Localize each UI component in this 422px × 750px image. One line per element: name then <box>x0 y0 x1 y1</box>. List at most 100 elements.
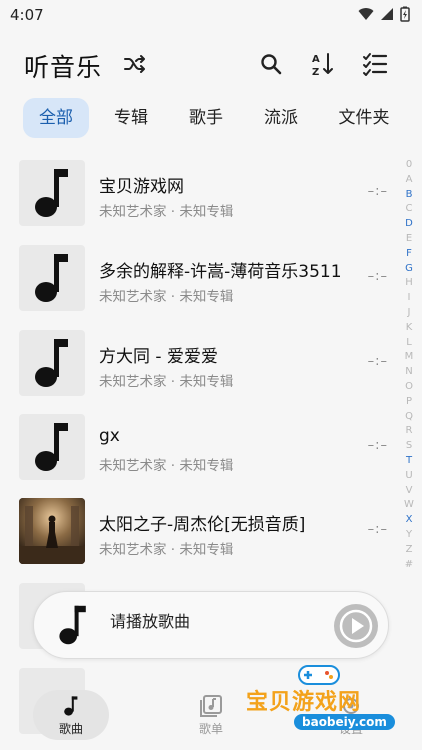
index-letter[interactable]: P <box>400 395 418 410</box>
index-letter[interactable]: J <box>400 306 418 321</box>
music-note-icon <box>59 605 86 645</box>
index-letter[interactable]: L <box>400 336 418 351</box>
player-status-text: 请播放歌曲 <box>110 612 191 631</box>
song-title: gx <box>99 426 120 446</box>
song-title: 方大同 - 爱爱爱 <box>99 347 218 367</box>
wifi-icon <box>358 8 374 20</box>
index-letter[interactable]: C <box>400 202 418 217</box>
svg-text:A: A <box>312 54 320 65</box>
nav-label: 歌曲 <box>58 722 83 736</box>
nav-label: 歌单 <box>198 722 223 736</box>
alphabet-index[interactable]: 0 A B C D E F G H I J K L M N O P Q R S T U V W X Y Z # <box>400 158 418 572</box>
index-letter[interactable]: Q <box>400 410 418 425</box>
nav-songs[interactable]: 歌曲 <box>33 690 109 740</box>
index-letter[interactable]: E <box>400 232 418 247</box>
index-letter[interactable]: H <box>400 276 418 291</box>
song-duration: –:– <box>367 184 388 199</box>
album-art-placeholder <box>19 414 85 480</box>
index-letter[interactable]: O <box>400 380 418 395</box>
album-cover-image <box>19 498 85 564</box>
song-artist: 未知艺术家 <box>99 204 167 220</box>
status-icons <box>358 6 410 22</box>
svg-text:Z: Z <box>312 67 319 77</box>
index-letter[interactable]: I <box>400 291 418 306</box>
index-letter[interactable]: D <box>400 217 418 232</box>
status-time: 4:07 <box>10 6 44 24</box>
list-item[interactable]: gx 未知艺术家 · 未知专辑 –:– <box>0 414 400 480</box>
song-artist: 未知艺术家 <box>99 542 167 558</box>
index-letter[interactable]: T <box>400 454 418 469</box>
index-letter[interactable]: S <box>400 439 418 454</box>
tab-all[interactable]: 全部 <box>23 98 89 138</box>
index-letter[interactable]: Y <box>400 528 418 543</box>
song-album: 未知专辑 <box>179 458 234 474</box>
index-letter[interactable]: F <box>400 247 418 262</box>
select-mode-button[interactable] <box>361 50 389 78</box>
tab-albums[interactable]: 专辑 <box>103 98 159 138</box>
shuffle-button[interactable] <box>121 50 149 78</box>
meta-separator: · <box>170 542 176 558</box>
watermark-url: baobeiy.com <box>294 714 395 730</box>
album-cover-art <box>19 498 85 564</box>
index-letter[interactable]: B <box>400 188 418 203</box>
sort-button[interactable]: AZ <box>309 50 337 78</box>
index-letter[interactable]: Z <box>400 543 418 558</box>
top-app-bar: 听音乐 AZ <box>0 40 422 88</box>
index-letter[interactable]: # <box>400 558 418 573</box>
music-note-icon <box>64 696 78 716</box>
index-letter[interactable]: U <box>400 469 418 484</box>
nav-playlists[interactable]: 歌单 <box>173 690 249 740</box>
play-button[interactable] <box>334 604 378 648</box>
checklist-icon <box>363 53 388 76</box>
mini-player[interactable]: 请播放歌曲 <box>33 591 389 659</box>
list-item[interactable]: 多余的解释-许嵩-薄荷音乐3511 未知艺术家 · 未知专辑 –:– <box>0 245 400 311</box>
player-art <box>48 600 98 650</box>
meta-separator: · <box>170 289 176 305</box>
watermark-text: 宝贝游戏网 <box>246 690 362 715</box>
status-bar: 4:07 <box>0 0 422 30</box>
index-letter[interactable]: M <box>400 350 418 365</box>
search-button[interactable] <box>257 50 285 78</box>
index-letter[interactable]: W <box>400 498 418 513</box>
song-duration: –:– <box>367 269 388 284</box>
song-duration: –:– <box>367 354 388 369</box>
song-meta: 未知艺术家 · 未知专辑 <box>99 200 233 220</box>
category-tabs: 全部 专辑 歌手 流派 文件夹 <box>0 98 422 138</box>
song-title: 宝贝游戏网 <box>99 177 184 197</box>
album-art-placeholder <box>19 245 85 311</box>
song-album: 未知专辑 <box>179 374 234 390</box>
song-meta: 未知艺术家 · 未知专辑 <box>99 285 233 305</box>
sort-az-icon: AZ <box>312 53 333 77</box>
list-item[interactable]: 方大同 - 爱爱爱 未知艺术家 · 未知专辑 –:– <box>0 330 400 396</box>
signal-icon <box>381 8 393 20</box>
battery-icon <box>400 6 410 22</box>
list-item[interactable]: 宝贝游戏网 未知艺术家 · 未知专辑 –:– <box>0 160 400 226</box>
song-album: 未知专辑 <box>179 204 234 220</box>
index-letter[interactable]: N <box>400 365 418 380</box>
index-letter[interactable]: X <box>400 513 418 528</box>
song-duration: –:– <box>367 522 388 537</box>
album-art-placeholder <box>19 160 85 226</box>
song-artist: 未知艺术家 <box>99 458 167 474</box>
music-note-icon <box>35 169 68 217</box>
song-artist: 未知艺术家 <box>99 289 167 305</box>
song-meta: 未知艺术家 · 未知专辑 <box>99 538 233 558</box>
music-note-icon <box>35 339 68 387</box>
tab-folders[interactable]: 文件夹 <box>331 98 397 138</box>
list-item[interactable]: 太阳之子-周杰伦[无损音质] 未知艺术家 · 未知专辑 –:– <box>0 498 400 564</box>
index-letter[interactable]: V <box>400 484 418 499</box>
meta-separator: · <box>170 374 176 390</box>
shuffle-icon <box>124 55 145 73</box>
song-album: 未知专辑 <box>179 542 234 558</box>
index-letter[interactable]: 0 <box>400 158 418 173</box>
index-letter[interactable]: K <box>400 321 418 336</box>
tab-genres[interactable]: 流派 <box>253 98 309 138</box>
index-letter[interactable]: R <box>400 424 418 439</box>
index-letter[interactable]: G <box>400 262 418 277</box>
song-album: 未知专辑 <box>179 289 234 305</box>
index-letter[interactable]: A <box>400 173 418 188</box>
app-title: 听音乐 <box>24 53 103 82</box>
meta-separator: · <box>170 458 176 474</box>
tab-artists[interactable]: 歌手 <box>178 98 234 138</box>
playlist-icon <box>200 695 222 717</box>
